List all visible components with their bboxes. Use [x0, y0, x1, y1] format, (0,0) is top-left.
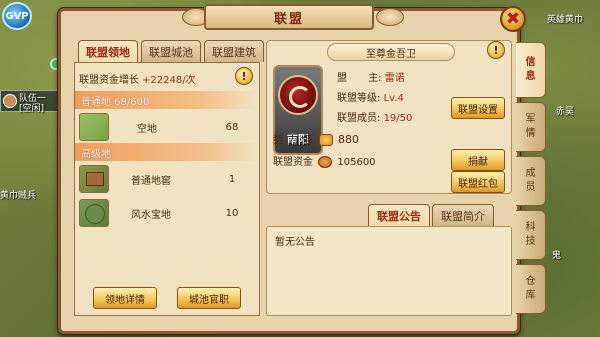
- side-tab-char: 军: [525, 114, 536, 125]
- normal-land-header: 普通地 68/600: [75, 91, 259, 109]
- side-tab-char: 技: [525, 236, 536, 247]
- leader-label: 盟: [337, 73, 347, 84]
- title-ornament-right: [376, 8, 404, 26]
- fengshui-land-icon: [79, 199, 109, 227]
- side-tab-char: 科: [525, 222, 536, 233]
- leader-label-2: 主:: [368, 73, 382, 84]
- land-name: 风水宝地: [131, 209, 171, 221]
- help-icon[interactable]: !: [235, 67, 253, 85]
- side-tab-char: 成: [525, 168, 536, 179]
- funds-growth-row: 联盟资金增长 +22248/次: [79, 67, 257, 89]
- side-tab-char: 信: [525, 57, 536, 68]
- level-value: Lv.4: [383, 93, 404, 104]
- level-label: 联盟等级:: [337, 93, 381, 104]
- notice-tab-bar: 联盟公告 联盟简介: [368, 204, 494, 226]
- alliance-name: 至尊金吾卫: [327, 43, 455, 61]
- side-tab-char: 员: [525, 182, 536, 193]
- side-tab-members[interactable]: 成 员: [516, 156, 546, 206]
- tab-alliance-intro[interactable]: 联盟简介: [432, 204, 494, 226]
- empty-land-icon: [79, 113, 109, 141]
- team-avatar: [3, 94, 17, 108]
- window-title: 联盟: [204, 4, 374, 30]
- map-unit-label: 鬼: [552, 251, 562, 261]
- funds-row: 联盟资金 105600: [273, 153, 376, 168]
- notice-box: 暂无公告: [266, 226, 512, 316]
- tab-alliance-buildings[interactable]: 联盟建筑: [204, 40, 264, 62]
- members-row: 联盟成员: 19/50: [337, 109, 412, 124]
- close-button[interactable]: ✖: [500, 6, 526, 32]
- close-icon: ✖: [505, 8, 521, 29]
- tab-alliance-cities[interactable]: 联盟城池: [141, 40, 201, 62]
- land-row-cellar[interactable]: 普通地窖 1: [77, 163, 257, 195]
- game-logo-icon[interactable]: GVP: [2, 2, 32, 30]
- side-tab-char: 息: [525, 71, 536, 82]
- side-tab-tech[interactable]: 科 技: [516, 210, 546, 260]
- team-status-box[interactable]: 队伍一 [空闲]: [0, 90, 58, 114]
- help-icon[interactable]: !: [487, 41, 505, 59]
- alliance-settings-button[interactable]: 联盟设置: [451, 97, 505, 119]
- side-tab-warehouse[interactable]: 仓 库: [516, 264, 546, 314]
- team-status: [空闲]: [19, 104, 45, 114]
- red-packet-button[interactable]: 联盟红包: [451, 171, 505, 193]
- funds-value: 105600: [337, 157, 376, 168]
- level-row: 联盟等级: Lv.4: [337, 89, 404, 104]
- advanced-land-header: 高级地: [75, 143, 259, 161]
- land-count: 10: [225, 207, 239, 219]
- side-tab-info[interactable]: 信 息: [516, 42, 546, 98]
- map-unit-label: 英雄黄巾: [547, 15, 584, 25]
- members-label: 联盟成员:: [337, 113, 381, 124]
- funds-label: 联盟资金: [273, 157, 313, 168]
- city-officials-button[interactable]: 城池官职: [177, 287, 241, 309]
- left-tab-bar: 联盟领地 联盟城池 联盟建筑: [78, 40, 264, 62]
- cellar-land-icon: [79, 165, 109, 193]
- map-unit-label: 黄巾贼兵: [0, 191, 37, 201]
- funds-icon: [318, 156, 333, 168]
- notice-text: 暂无公告: [275, 237, 315, 248]
- tab-alliance-territory[interactable]: 联盟领地: [78, 40, 138, 62]
- land-name: 普通地窖: [131, 175, 171, 187]
- side-tab-char: 情: [525, 128, 536, 139]
- map-unit-label: 赤吴: [556, 107, 575, 117]
- power-row: 势 力 值 880: [273, 131, 359, 147]
- leader-name: 雷诺: [384, 73, 405, 84]
- side-tab-char: 仓: [525, 276, 536, 287]
- power-value: 880: [338, 133, 359, 146]
- territory-panel: 联盟资金增长 +22248/次 ! 普通地 68/600 空地 68 高级地 普…: [74, 62, 260, 316]
- side-tab-intel[interactable]: 军 情: [516, 102, 546, 152]
- power-label: 势 力 值: [273, 133, 313, 146]
- land-row-fengshui[interactable]: 风水宝地 10: [77, 197, 257, 229]
- members-value: 19/50: [383, 113, 413, 124]
- alliance-flag-icon: [278, 75, 318, 115]
- tab-alliance-notice[interactable]: 联盟公告: [368, 204, 430, 226]
- leader-row: 盟 主: 雷诺: [337, 69, 405, 84]
- land-count: 68: [225, 121, 239, 133]
- power-icon: [318, 134, 333, 146]
- donate-button[interactable]: 捐献: [451, 149, 505, 171]
- land-name: 空地: [137, 123, 157, 135]
- land-count: 1: [228, 173, 236, 185]
- territory-detail-button[interactable]: 领地详情: [93, 287, 157, 309]
- funds-growth-value: +22248/次: [142, 74, 196, 86]
- alliance-info-panel: 至尊金吾卫 ! 南阳 盟 主: 雷诺 联盟等级: Lv.4 联盟成员: 19/5…: [266, 40, 512, 194]
- funds-growth-label: 联盟资金增长: [79, 74, 139, 86]
- side-tab-char: 库: [525, 290, 536, 301]
- land-row-empty[interactable]: 空地 68: [77, 111, 257, 143]
